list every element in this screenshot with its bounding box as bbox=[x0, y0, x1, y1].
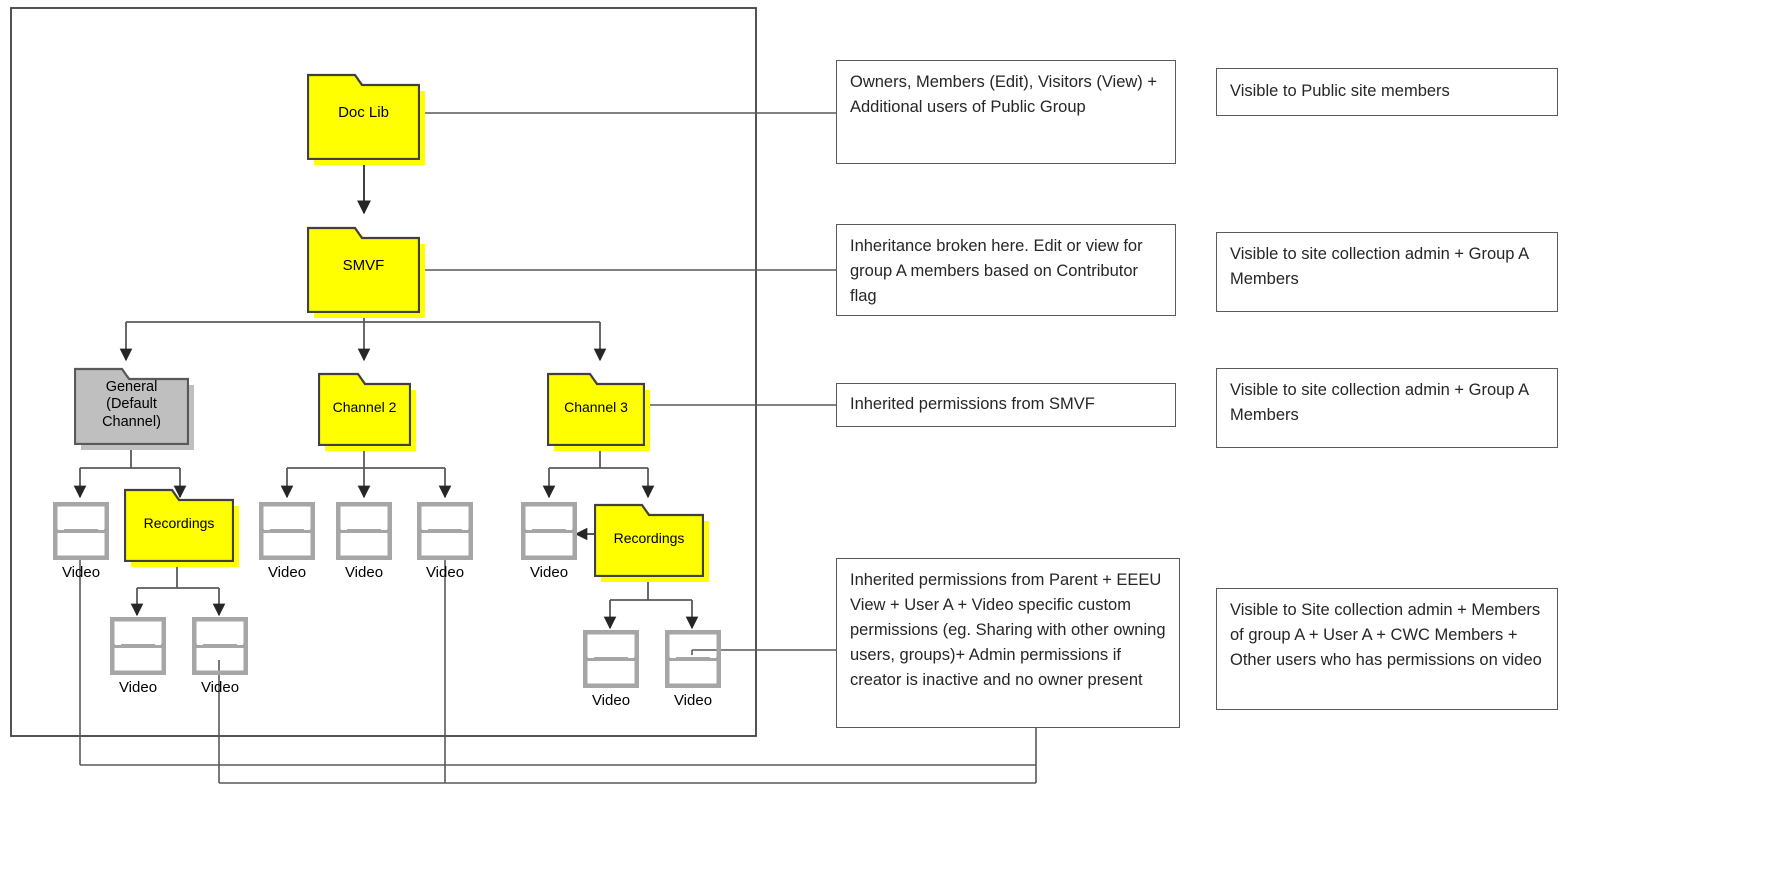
video-label: Video bbox=[61, 564, 101, 581]
node-label: Recordings bbox=[143, 515, 215, 532]
video-label: Video bbox=[529, 564, 569, 581]
video-label: Video bbox=[591, 692, 631, 709]
visibility-smvf: Visible to site collection admin + Group… bbox=[1216, 232, 1558, 312]
video-label: Video bbox=[267, 564, 307, 581]
video-node-recordings2-2[interactable]: Video bbox=[664, 629, 722, 710]
note-doc-lib-permissions: Owners, Members (Edit), Visitors (View) … bbox=[836, 60, 1176, 164]
film-icon bbox=[582, 629, 640, 689]
film-icon bbox=[109, 616, 167, 676]
visibility-doc-lib: Visible to Public site members bbox=[1216, 68, 1558, 116]
visibility-channel: Visible to site collection admin + Group… bbox=[1216, 368, 1558, 448]
node-general-default-channel[interactable]: General (Default Channel) bbox=[74, 365, 194, 450]
node-label: Channel 3 bbox=[564, 398, 628, 415]
video-node-general-1[interactable]: Video bbox=[52, 501, 110, 582]
film-icon bbox=[520, 501, 578, 561]
video-label: Video bbox=[673, 692, 713, 709]
video-node-recordings1-1[interactable]: Video bbox=[109, 616, 167, 697]
node-recordings-channel3[interactable]: Recordings bbox=[594, 500, 709, 582]
video-node-channel2-1[interactable]: Video bbox=[258, 501, 316, 582]
video-label: Video bbox=[200, 679, 240, 696]
video-node-recordings2-1[interactable]: Video bbox=[582, 629, 640, 710]
film-icon bbox=[191, 616, 249, 676]
node-recordings-general[interactable]: Recordings bbox=[124, 485, 239, 567]
note-channel-permissions: Inherited permissions from SMVF bbox=[836, 383, 1176, 427]
node-channel-3[interactable]: Channel 3 bbox=[547, 368, 650, 451]
video-node-recordings1-2[interactable]: Video bbox=[191, 616, 249, 697]
note-smvf-permissions: Inheritance broken here. Edit or view fo… bbox=[836, 224, 1176, 316]
film-icon bbox=[416, 501, 474, 561]
video-label: Video bbox=[425, 564, 465, 581]
video-node-channel2-2[interactable]: Video bbox=[335, 501, 393, 582]
visibility-video: Visible to Site collection admin + Membe… bbox=[1216, 588, 1558, 710]
diagram-canvas: Doc Lib SMVF General (Default Channel) C… bbox=[0, 0, 1770, 888]
node-doc-lib[interactable]: Doc Lib bbox=[307, 65, 425, 165]
node-channel-2[interactable]: Channel 2 bbox=[318, 368, 416, 451]
node-label: Doc Lib bbox=[338, 103, 389, 121]
node-label: Recordings bbox=[613, 530, 685, 547]
node-label: General (Default Channel) bbox=[102, 379, 161, 430]
node-smvf[interactable]: SMVF bbox=[307, 218, 425, 318]
film-icon bbox=[664, 629, 722, 689]
film-icon bbox=[258, 501, 316, 561]
film-icon bbox=[335, 501, 393, 561]
video-node-channel3-1[interactable]: Video bbox=[520, 501, 578, 582]
film-icon bbox=[52, 501, 110, 561]
node-label: Channel 2 bbox=[332, 398, 397, 415]
note-video-permissions: Inherited permissions from Parent + EEEU… bbox=[836, 558, 1180, 728]
video-node-channel2-3[interactable]: Video bbox=[416, 501, 474, 582]
video-label: Video bbox=[118, 679, 158, 696]
node-label: SMVF bbox=[342, 256, 385, 274]
video-label: Video bbox=[344, 564, 384, 581]
